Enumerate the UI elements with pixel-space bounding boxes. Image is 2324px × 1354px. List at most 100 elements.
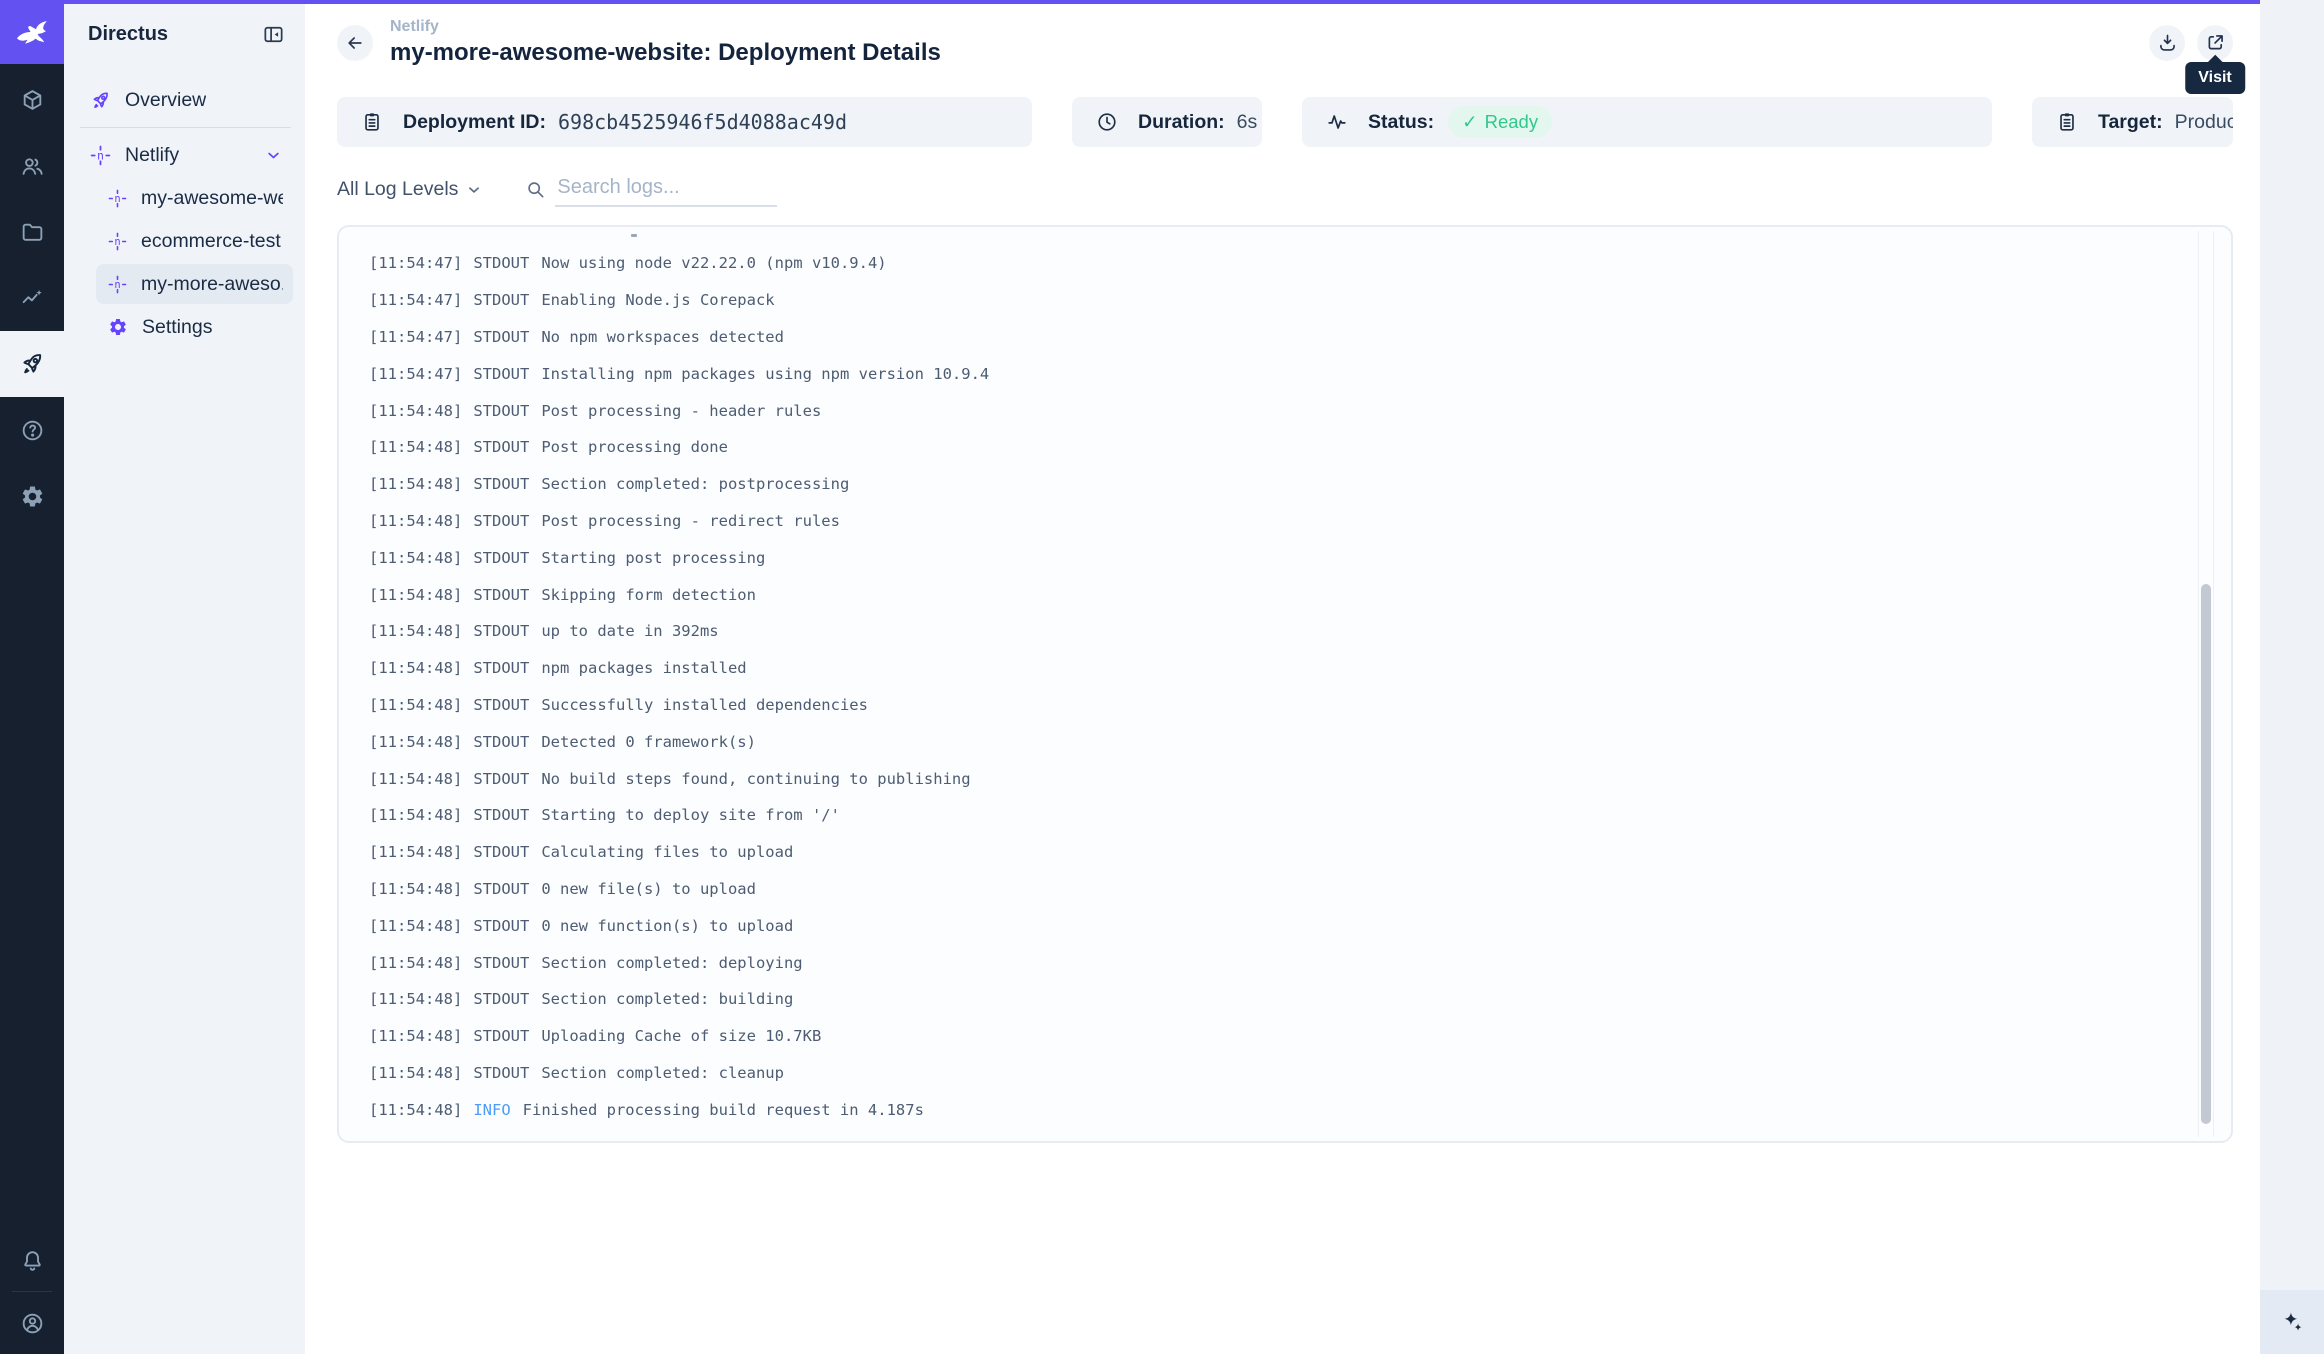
- directus-logo[interactable]: [0, 0, 64, 64]
- module-insights[interactable]: [0, 265, 64, 331]
- open-in-new-icon: [2205, 32, 2226, 53]
- log-line: [11:54:48]STDOUTCalculating files to upl…: [369, 834, 2171, 871]
- sidebar-divider: [80, 127, 291, 128]
- page-title: my-more-awesome-website: Deployment Deta…: [390, 39, 941, 67]
- sidebar-item-overview[interactable]: Overview: [78, 80, 293, 120]
- header-actions: [2149, 25, 2233, 61]
- sparkles-icon: [2279, 1309, 2305, 1335]
- log-line: [11:54:48]STDOUT0 new file(s) to upload: [369, 871, 2171, 908]
- log-filters: All Log Levels: [337, 173, 2233, 207]
- arrow-left-icon: [345, 33, 365, 53]
- log-message: 0 new function(s) to upload: [541, 917, 793, 935]
- log-level: STDOUT: [473, 586, 529, 604]
- log-message: npm packages installed: [541, 659, 746, 677]
- log-level: STDOUT: [473, 990, 529, 1008]
- module-netlify[interactable]: [0, 331, 64, 397]
- log-message: Section completed: postprocessing: [541, 475, 849, 493]
- log-line: [11:54:48]STDOUTPost processing done: [369, 429, 2171, 466]
- project-title: Directus: [88, 23, 262, 46]
- log-level: STDOUT: [473, 622, 529, 640]
- module-help[interactable]: [0, 397, 64, 463]
- duration-value: 6s: [1237, 111, 1258, 134]
- log-message: Post processing - header rules: [541, 402, 821, 420]
- sidebar-group-netlify[interactable]: n Netlify: [78, 135, 293, 175]
- log-message: Skipping form detection: [541, 586, 756, 604]
- log-scrollbar-thumb[interactable]: [2201, 584, 2211, 1124]
- search-input[interactable]: [555, 176, 777, 207]
- insights-icon: [20, 286, 45, 311]
- svg-text:n: n: [114, 236, 120, 248]
- log-line: [11:54:48]STDOUTSection completed: clean…: [369, 1055, 2171, 1092]
- users-icon: [20, 154, 45, 179]
- log-timestamp: [11:54:48]: [369, 1027, 462, 1045]
- log-message: Enabling Node.js Corepack: [541, 291, 774, 309]
- log-message: Section completed: cleanup: [541, 1064, 784, 1082]
- log-scrollbar-track[interactable]: [2198, 231, 2214, 1137]
- log-level: STDOUT: [473, 696, 529, 714]
- page-header: Netlify my-more-awesome-website: Deploym…: [305, 0, 2260, 67]
- log-line: [11:54:48]INFOFinished processing build …: [369, 1091, 2171, 1128]
- user-menu-button[interactable]: [0, 1292, 64, 1354]
- module-content[interactable]: [0, 67, 64, 133]
- sidebar-item-ecommerce-test[interactable]: n ecommerce-test: [96, 221, 293, 261]
- log-level: INFO: [473, 1101, 510, 1119]
- sidebar-group-label: Netlify: [125, 144, 179, 167]
- log-level: STDOUT: [473, 512, 529, 530]
- ai-assistant-button[interactable]: [2260, 1290, 2324, 1354]
- gear-icon: [108, 317, 128, 337]
- log-line: [11:54:48]STDOUTSection completed: build…: [369, 981, 2171, 1018]
- module-settings[interactable]: [0, 463, 64, 529]
- back-button[interactable]: [337, 25, 373, 61]
- sidebar-item-my-more-awesome-website[interactable]: n my-more-aweso...: [96, 264, 293, 304]
- svg-text:n: n: [114, 279, 120, 291]
- netlify-node-icon: n: [108, 189, 127, 208]
- log-timestamp: [11:54:47]: [369, 291, 462, 309]
- notifications-button[interactable]: [0, 1229, 64, 1291]
- log-level: STDOUT: [473, 733, 529, 751]
- netlify-node-icon: n: [108, 275, 127, 294]
- sidebar-item-settings[interactable]: Settings: [96, 307, 293, 347]
- log-timestamp: [11:54:48]: [369, 843, 462, 861]
- log-timestamp: [11:54:48]: [369, 659, 462, 677]
- log-timestamp: [11:54:47]: [369, 365, 462, 383]
- check-icon: ✓: [1462, 111, 1478, 133]
- log-level: STDOUT: [473, 475, 529, 493]
- log-level: STDOUT: [473, 954, 529, 972]
- log-line: [11:54:47]STDOUTNow using node v22.22.0 …: [369, 245, 2171, 282]
- log-message: up to date in 392ms: [541, 622, 718, 640]
- log-timestamp: [11:54:47]: [369, 328, 462, 346]
- log-timestamp: [11:54:48]: [369, 1064, 462, 1082]
- log-level-dropdown-value: All Log Levels: [337, 178, 458, 201]
- log-line: [11:54:48]STDOUTSkipping form detection: [369, 576, 2171, 613]
- log-timestamp: [11:54:48]: [369, 549, 462, 567]
- log-search: [525, 176, 777, 207]
- sidebar-nav: Overview n Netlify n: [64, 64, 305, 347]
- log-message: Calculating files to upload: [541, 843, 793, 861]
- log-level: STDOUT: [473, 549, 529, 567]
- log-line: [11:54:48] STDOUT Section completed: postp…: [369, 466, 2171, 503]
- log-level: STDOUT: [473, 365, 529, 383]
- log-line: [11:54:48]STDOUTSuccessfully installed d…: [369, 687, 2171, 724]
- module-bar: [0, 0, 64, 1354]
- log-message: Uploading Cache of size 10.7KB: [541, 1027, 821, 1045]
- log-timestamp: [11:54:48]: [369, 880, 462, 898]
- log-timestamp: [11:54:48]: [369, 696, 462, 714]
- log-timestamp: [11:54:47]: [369, 254, 462, 272]
- target-card: Target: Production: [2032, 97, 2233, 147]
- duration-card: Duration: 6s: [1072, 97, 1262, 147]
- module-files[interactable]: [0, 199, 64, 265]
- rocket-icon: [90, 90, 111, 111]
- collapse-sidebar-button[interactable]: [262, 23, 285, 46]
- breadcrumb: Netlify: [390, 18, 941, 36]
- log-timestamp: [11:54:48]: [369, 475, 462, 493]
- log-output-panel[interactable]: [11:54:47]STDOUTNow using node v22.22.0 …: [337, 225, 2233, 1143]
- download-icon: [2157, 32, 2178, 53]
- sidebar-item-my-awesome-website[interactable]: n my-awesome-we...: [96, 178, 293, 218]
- chevron-down-icon[interactable]: [264, 146, 283, 165]
- module-users[interactable]: [0, 133, 64, 199]
- log-message: Post processing done: [541, 438, 728, 456]
- log-line: [11:54:48]STDOUTup to date in 392ms: [369, 613, 2171, 650]
- log-level-dropdown[interactable]: All Log Levels: [337, 178, 483, 207]
- right-sidebar-strip: [2260, 0, 2324, 1354]
- download-button[interactable]: [2149, 25, 2185, 61]
